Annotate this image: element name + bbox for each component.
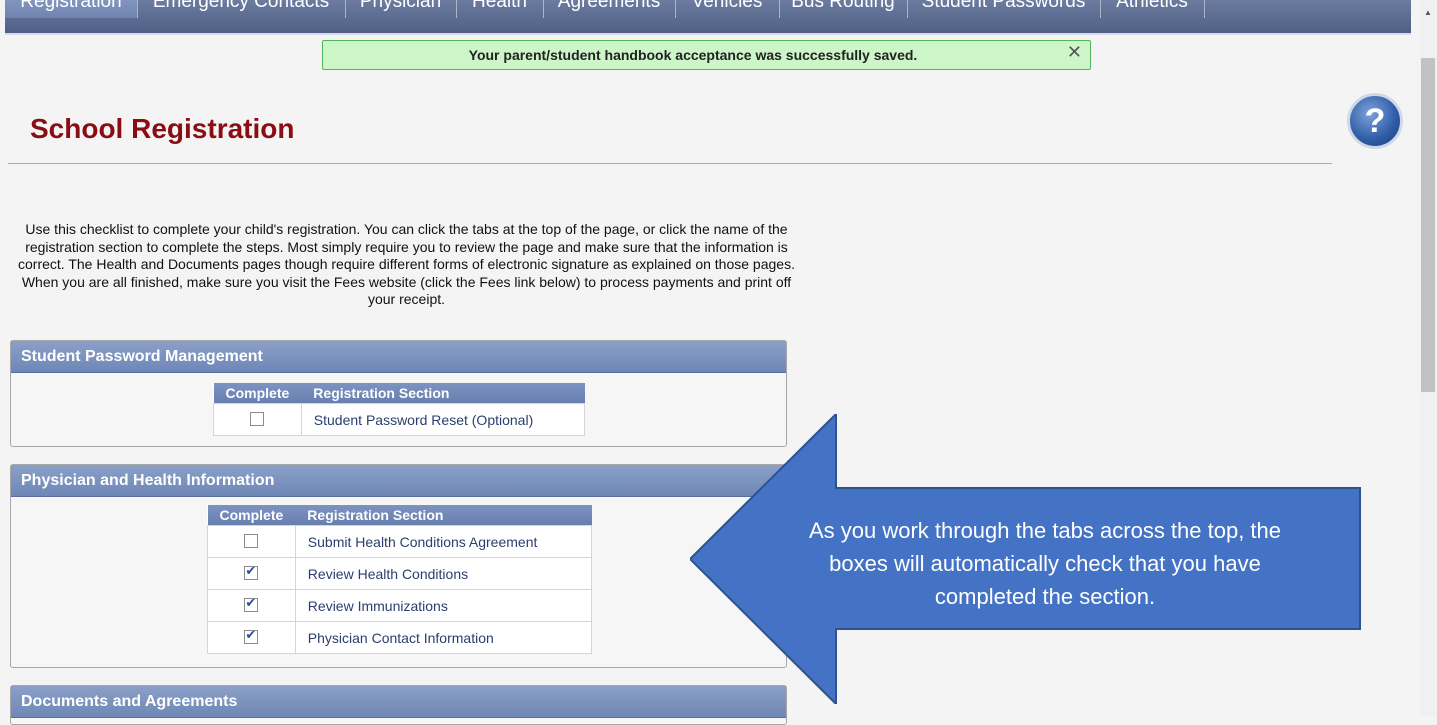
- section-title: Documents and Agreements: [11, 686, 786, 718]
- callout-text: As you work through the tabs across the …: [730, 514, 1360, 613]
- scroll-up-icon[interactable]: ▲: [1422, 8, 1434, 17]
- title-divider: [8, 163, 1332, 164]
- checkbox-icon[interactable]: [244, 595, 259, 612]
- tab-athletics[interactable]: Athletics: [1100, 0, 1205, 18]
- callout-line: boxes will automatically check that you …: [829, 551, 1261, 576]
- tab-vehicles[interactable]: Vehicles: [675, 0, 780, 18]
- column-header-section: Registration Section: [295, 505, 592, 526]
- tab-bar-underline: [5, 33, 1411, 35]
- checkbox-icon[interactable]: [244, 534, 259, 548]
- notice-text: Your parent/student handbook acceptance …: [468, 47, 918, 63]
- success-notice: Your parent/student handbook acceptance …: [322, 40, 1091, 70]
- checkbox-icon[interactable]: [244, 627, 259, 644]
- column-header-complete: Complete: [207, 505, 296, 526]
- section-link[interactable]: Student Password Reset (Optional): [300, 403, 586, 436]
- tab-bus-routing[interactable]: Bus Routing: [779, 0, 908, 18]
- section-link[interactable]: Physician Contact Information: [294, 621, 593, 654]
- section-title: Physician and Health Information: [11, 465, 786, 497]
- tab-emergency-contacts[interactable]: Emergency Contacts: [137, 0, 346, 18]
- section-student-password-management: Student Password Management Complete Reg…: [10, 340, 787, 447]
- table-row: Submit Health Conditions Agreement: [207, 525, 593, 558]
- table-row: Review Immunizations: [207, 589, 593, 622]
- section-physician-health: Physician and Health Information Complet…: [10, 464, 787, 668]
- checkbox-icon[interactable]: [244, 563, 259, 580]
- column-header-complete: Complete: [213, 383, 302, 404]
- section-title: Student Password Management: [11, 341, 786, 373]
- section-link[interactable]: Review Immunizations: [294, 589, 593, 622]
- section-link[interactable]: Review Health Conditions: [294, 557, 593, 590]
- section-documents-agreements: Documents and Agreements: [10, 685, 787, 725]
- section-link[interactable]: Submit Health Conditions Agreement: [294, 525, 593, 558]
- page-title: School Registration: [30, 113, 295, 144]
- tab-agreements[interactable]: Agreements: [543, 0, 676, 18]
- intro-text: Use this checklist to complete your chil…: [18, 221, 795, 307]
- tab-physician[interactable]: Physician: [345, 0, 457, 18]
- callout-line: As you work through the tabs across the …: [808, 518, 1282, 543]
- tab-student-passwords[interactable]: Student Passwords: [907, 0, 1101, 18]
- table-row: Physician Contact Information: [207, 621, 593, 654]
- table-row: Review Health Conditions: [207, 557, 593, 590]
- tab-bar: Registration Emergency Contacts Physicia…: [5, 0, 1411, 33]
- tab-registration[interactable]: Registration: [5, 0, 138, 18]
- close-icon[interactable]: ✕: [1067, 42, 1082, 63]
- help-icon[interactable]: ?: [1347, 93, 1403, 149]
- tab-health[interactable]: Health: [456, 0, 544, 18]
- column-header-section: Registration Section: [301, 383, 585, 404]
- callout-line: completed the section.: [934, 584, 1156, 609]
- checkbox-icon[interactable]: [250, 412, 265, 426]
- scrollbar-thumb[interactable]: [1421, 58, 1435, 392]
- registration-table: Complete Registration Section Student Pa…: [213, 383, 586, 436]
- registration-table: Complete Registration Section Submit Hea…: [207, 505, 593, 654]
- table-row: Student Password Reset (Optional): [213, 403, 586, 436]
